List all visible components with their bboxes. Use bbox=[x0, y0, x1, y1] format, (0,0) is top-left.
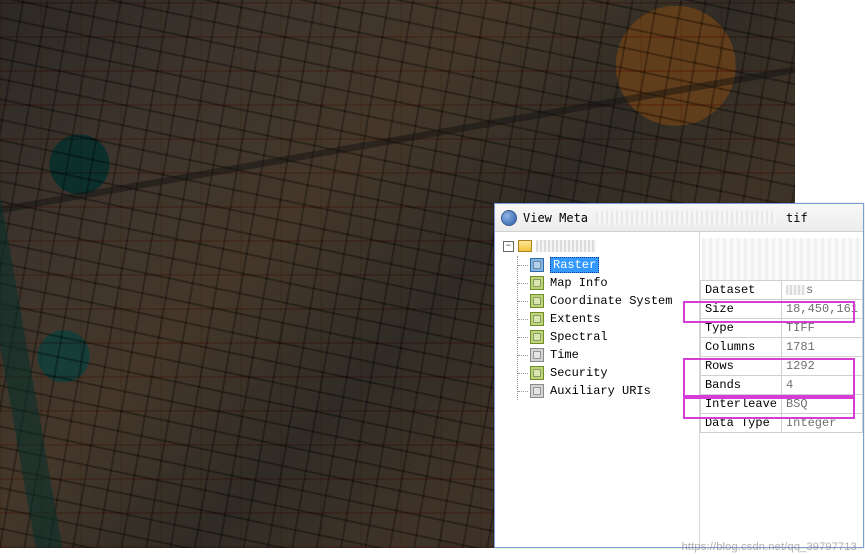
raster-icon bbox=[530, 258, 544, 272]
watermark: https://blog.csdn.net/qq_39797713 bbox=[682, 541, 857, 553]
security-icon bbox=[530, 366, 544, 380]
kv-value: s bbox=[781, 281, 862, 300]
table-row: Datasets bbox=[700, 281, 862, 300]
tree-pane[interactable]: − Raster Map Info Coordinate System bbox=[495, 232, 700, 547]
tree-item-label: Auxiliary URIs bbox=[550, 384, 651, 398]
highlight-type-row bbox=[683, 301, 855, 323]
tree-item-security[interactable]: Security bbox=[530, 364, 695, 382]
table-row: Columns1781 bbox=[700, 338, 862, 357]
coordinate-system-icon bbox=[530, 294, 544, 308]
value-redacted bbox=[786, 285, 806, 295]
tree-item-time[interactable]: Time bbox=[530, 346, 695, 364]
tree-root[interactable]: − bbox=[503, 240, 695, 252]
app-icon bbox=[501, 210, 517, 226]
tree-item-label: Spectral bbox=[550, 330, 608, 344]
tree-item-raster[interactable]: Raster bbox=[530, 256, 695, 274]
tree-item-spectral[interactable]: Spectral bbox=[530, 328, 695, 346]
tree-item-label: Coordinate System bbox=[550, 294, 672, 308]
map-info-icon bbox=[530, 276, 544, 290]
tree-children: Raster Map Info Coordinate System Extent… bbox=[517, 256, 695, 400]
tree-item-label: Raster bbox=[550, 257, 599, 273]
tree-item-coordinate-system[interactable]: Coordinate System bbox=[530, 292, 695, 310]
collapse-icon[interactable]: − bbox=[503, 241, 514, 252]
titlebar[interactable]: View Meta tif bbox=[495, 204, 863, 232]
highlight-data-type-row bbox=[683, 397, 855, 419]
extents-icon bbox=[530, 312, 544, 326]
kv-key: Dataset bbox=[700, 281, 781, 300]
tree-item-extents[interactable]: Extents bbox=[530, 310, 695, 328]
tree-item-map-info[interactable]: Map Info bbox=[530, 274, 695, 292]
highlight-bands-interleave-rows bbox=[683, 358, 855, 397]
kv-value: 1781 bbox=[781, 338, 862, 357]
spectral-icon bbox=[530, 330, 544, 344]
window-title-redacted bbox=[596, 211, 776, 225]
tree-item-label: Security bbox=[550, 366, 608, 380]
window-title-prefix: View Meta bbox=[523, 211, 588, 225]
kv-key: Columns bbox=[700, 338, 781, 357]
window-title-ext: tif bbox=[786, 211, 808, 225]
time-icon bbox=[530, 348, 544, 362]
tree-item-label: Map Info bbox=[550, 276, 608, 290]
auxiliary-uris-icon bbox=[530, 384, 544, 398]
tree-item-label: Time bbox=[550, 348, 579, 362]
folder-icon bbox=[518, 240, 532, 252]
tree-root-label-redacted bbox=[536, 240, 596, 252]
tree-item-auxiliary-uris[interactable]: Auxiliary URIs bbox=[530, 382, 695, 400]
tree-item-label: Extents bbox=[550, 312, 600, 326]
